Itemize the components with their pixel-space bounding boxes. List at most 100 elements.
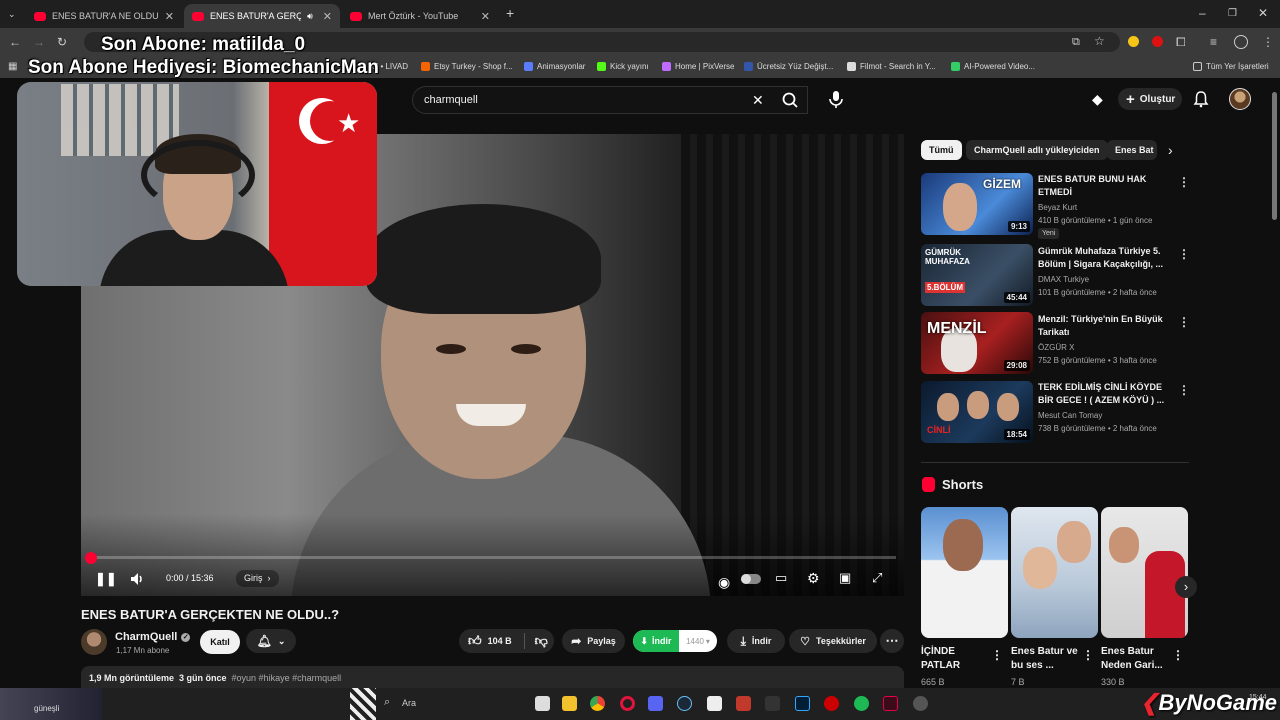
- channel-name[interactable]: DMAX Turkiye: [1038, 275, 1089, 284]
- download-button[interactable]: ⤓ İndir: [727, 629, 785, 653]
- tab-1[interactable]: ENES BATUR'A NE OLDUĞUNU ✕: [26, 4, 182, 28]
- weather-widget[interactable]: güneşli: [0, 688, 102, 720]
- tab-search-icon[interactable]: ⌄: [8, 8, 16, 20]
- mic-icon[interactable]: [826, 88, 846, 110]
- quality-label[interactable]: 1440: [686, 637, 704, 646]
- settings-gear-icon[interactable]: ⚙: [807, 570, 820, 587]
- more-options-icon[interactable]: ⋮: [1178, 175, 1190, 189]
- chip-from-uploader[interactable]: CharmQuell adlı yükleyiciden: [966, 140, 1108, 160]
- chips-next-icon[interactable]: ›: [1168, 142, 1173, 158]
- close-tab-icon[interactable]: ✕: [323, 10, 332, 23]
- video-title[interactable]: Menzil: Türkiye'nin En Büyük Tarikatı: [1038, 313, 1178, 339]
- opera-icon[interactable]: [620, 696, 635, 711]
- back-icon[interactable]: ←: [9, 36, 21, 48]
- close-tab-icon[interactable]: ✕: [481, 10, 490, 23]
- subscription-bell-button[interactable]: 🔔︎ ⌄: [246, 629, 296, 653]
- chapter-button[interactable]: Giriş ›: [236, 570, 279, 587]
- like-count[interactable]: 104 B: [488, 636, 512, 646]
- ext-download-button[interactable]: ⬇ İndir 1440 ▾: [633, 630, 717, 652]
- more-options-icon[interactable]: ⋮: [991, 648, 1003, 662]
- eye-icon[interactable]: ◉: [718, 574, 730, 591]
- recording-icon[interactable]: [824, 696, 839, 711]
- steam-icon[interactable]: [677, 696, 692, 711]
- bookmark-filmot[interactable]: Filmot - Search in Y...: [847, 62, 936, 71]
- epic-games-icon[interactable]: [765, 696, 780, 711]
- progress-track[interactable]: [90, 556, 896, 559]
- bookmark-ai-video[interactable]: AI-Powered Video...: [951, 62, 1035, 71]
- create-button[interactable]: + Oluştur: [1118, 88, 1182, 110]
- shorts-next-icon[interactable]: ›: [1175, 576, 1197, 598]
- short-thumbnail[interactable]: [921, 507, 1008, 638]
- extensions-puzzle-icon[interactable]: ⧠: [1176, 36, 1186, 48]
- bookmark-etsy[interactable]: Etsy Turkey - Shop f...: [421, 62, 513, 71]
- photoshop-icon[interactable]: [795, 696, 810, 711]
- speaker-icon[interactable]: 🔊︎: [307, 11, 313, 22]
- minimize-icon[interactable]: –: [1199, 7, 1206, 19]
- scrollbar-thumb[interactable]: [1272, 92, 1277, 220]
- more-actions-icon[interactable]: ⋯: [880, 629, 904, 653]
- search-input[interactable]: charmquell: [424, 94, 478, 106]
- forward-icon[interactable]: →: [33, 36, 45, 48]
- video-title[interactable]: TERK EDİLMİŞ CİNLİ KÖYDE BİR GECE ! ( AZ…: [1038, 381, 1178, 407]
- file-explorer-icon[interactable]: [562, 696, 577, 711]
- thumbs-down-icon[interactable]: 👎︎: [535, 633, 548, 649]
- hashtags[interactable]: #oyun #hikaye #charmquell: [232, 673, 342, 683]
- thumbs-up-icon[interactable]: 👍︎: [468, 633, 482, 649]
- short-thumbnail[interactable]: [1101, 507, 1188, 638]
- extension-gem-icon[interactable]: ◆: [1092, 91, 1103, 108]
- join-button[interactable]: Katıl: [200, 630, 240, 654]
- voicemeeter-icon[interactable]: [736, 696, 751, 711]
- close-window-icon[interactable]: ✕: [1258, 7, 1268, 19]
- extension-icon[interactable]: [1152, 36, 1163, 47]
- menu-icon[interactable]: ⋮: [1262, 36, 1274, 48]
- autoplay-toggle[interactable]: [741, 574, 761, 584]
- more-options-icon[interactable]: ⋮: [1172, 648, 1184, 662]
- new-tab-icon[interactable]: +: [506, 6, 514, 20]
- search-icon[interactable]: [770, 86, 810, 114]
- more-options-icon[interactable]: ⋮: [1178, 247, 1190, 261]
- extension-icon[interactable]: [1128, 36, 1139, 47]
- tab-3[interactable]: Mert Öztürk - YouTube ✕: [342, 4, 498, 28]
- close-tab-icon[interactable]: ✕: [165, 10, 174, 23]
- video-title[interactable]: Gümrük Muhafaza Türkiye 5. Bölüm | Sigar…: [1038, 245, 1178, 271]
- channel-name[interactable]: Beyaz Kurt: [1038, 203, 1077, 212]
- taskbar-search-label[interactable]: Ara: [402, 698, 416, 708]
- short-title[interactable]: İÇİNDE PATLAR: [921, 645, 991, 673]
- spotify-icon[interactable]: [854, 696, 869, 711]
- channel-avatar[interactable]: [81, 629, 107, 655]
- bookmark-pixverse[interactable]: Home | PixVerse: [662, 62, 734, 71]
- volume-icon[interactable]: [129, 571, 145, 587]
- discord-icon[interactable]: [648, 696, 663, 711]
- search-icon[interactable]: ⌕: [384, 696, 390, 709]
- bookmark-kick[interactable]: Kick yayını: [597, 62, 649, 71]
- share-button[interactable]: ➦ Paylaş: [562, 629, 625, 653]
- clear-search-icon[interactable]: ✕: [752, 92, 764, 109]
- more-options-icon[interactable]: ⋮: [1178, 315, 1190, 329]
- apps-grid-icon[interactable]: ▦: [8, 61, 17, 73]
- all-bookmarks[interactable]: Tüm Yer İşaretleri: [1193, 62, 1269, 71]
- avatar[interactable]: [1229, 88, 1251, 110]
- video-title[interactable]: ENES BATUR BUNU HAK ETMEDİ: [1038, 173, 1178, 199]
- video-thumbnail[interactable]: CİNLİ 18:54: [921, 381, 1033, 443]
- settings-icon[interactable]: [913, 696, 928, 711]
- capcut-icon[interactable]: [707, 696, 722, 711]
- video-thumbnail[interactable]: GİZEM 9:13: [921, 173, 1033, 235]
- miniplayer-icon[interactable]: ▣: [839, 570, 851, 586]
- valorant-icon[interactable]: [883, 696, 898, 711]
- channel-name[interactable]: ÖZGÜR X: [1038, 343, 1074, 352]
- media-icon[interactable]: ≡: [1210, 36, 1217, 48]
- install-icon[interactable]: ⧉: [1072, 36, 1080, 48]
- more-options-icon[interactable]: ⋮: [1082, 648, 1094, 662]
- channel-name[interactable]: Mesut Can Tomay: [1038, 411, 1102, 420]
- channel-name-row[interactable]: CharmQuell ✓: [115, 631, 191, 643]
- tab-2-active[interactable]: ENES BATUR'A GERÇEKTEN 🔊︎ ✕: [184, 4, 340, 28]
- more-options-icon[interactable]: ⋮: [1178, 383, 1190, 397]
- bookmark-faceswap[interactable]: Ücretsiz Yüz Değişt...: [744, 62, 833, 71]
- pause-icon[interactable]: ❚❚: [95, 571, 117, 587]
- channel-name[interactable]: CharmQuell: [115, 631, 177, 643]
- taskview-icon[interactable]: [535, 696, 550, 711]
- short-title[interactable]: Enes Batur Neden Gari...: [1101, 645, 1171, 673]
- thanks-button[interactable]: ♡ Teşekkürler: [789, 629, 877, 653]
- fullscreen-icon[interactable]: ⤢: [872, 570, 882, 586]
- video-thumbnail[interactable]: GÜMRÜK MUHAFAZA 5.BÖLÜM 45:44: [921, 244, 1033, 306]
